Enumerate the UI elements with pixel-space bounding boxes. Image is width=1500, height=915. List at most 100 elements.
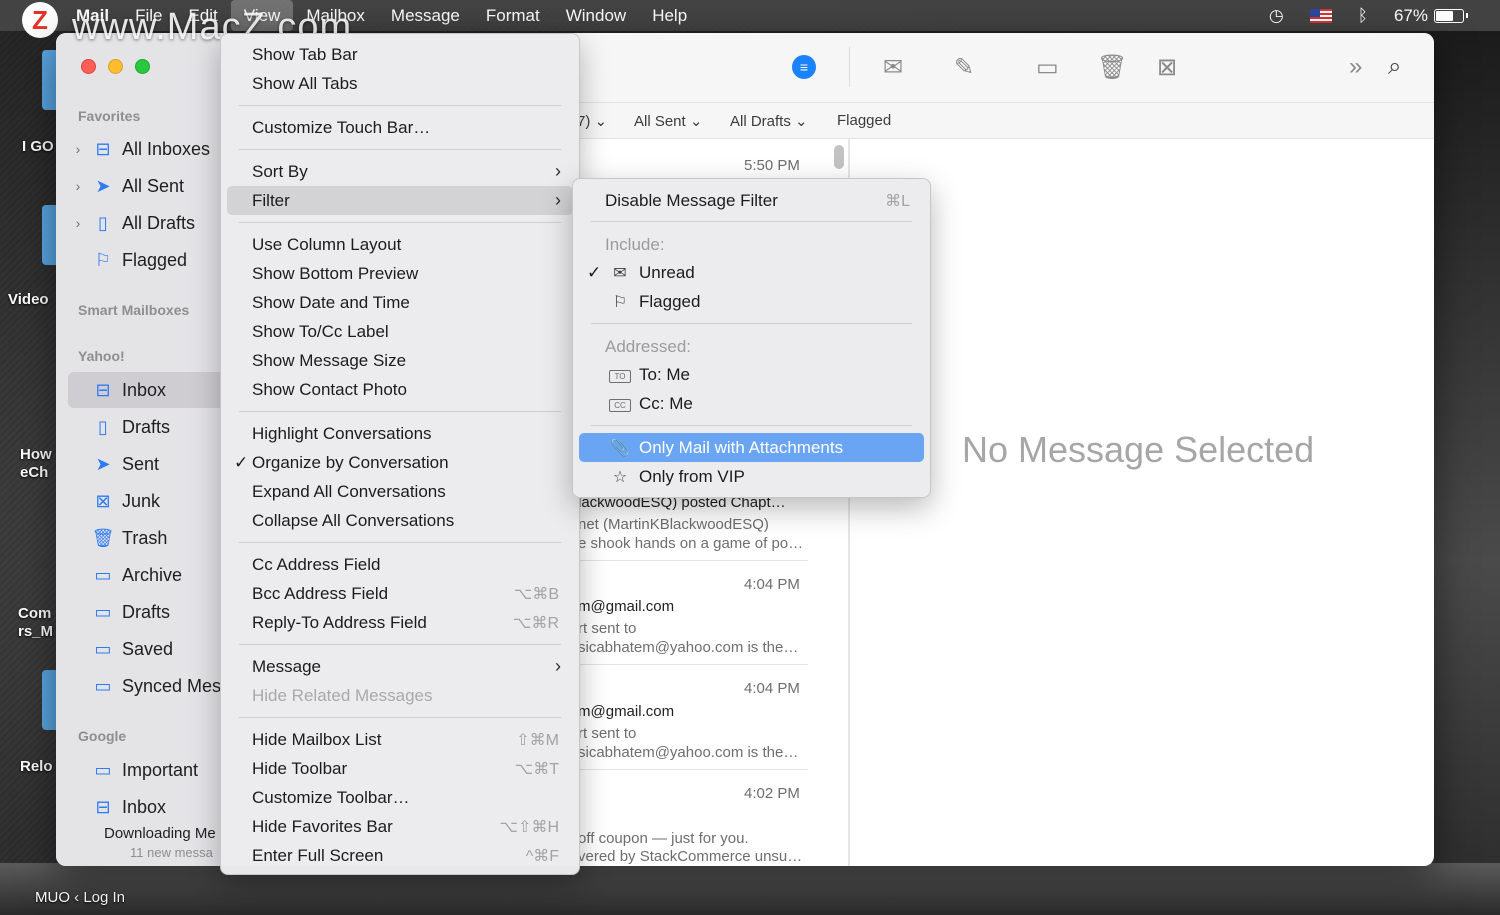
view-menu-item-show-bottom-preview[interactable]: Show Bottom Preview xyxy=(227,259,573,288)
view-menu-item-use-column-layout[interactable]: Use Column Layout xyxy=(227,230,573,259)
message-subject[interactable]: off coupon — just for you. xyxy=(578,830,749,847)
sidebar-item-inbox[interactable]: ⊟ Inbox xyxy=(68,789,228,825)
sidebar-item-sent[interactable]: ➤ Sent xyxy=(68,446,228,482)
view-menu-item-customize-toolbar[interactable]: Customize Toolbar… xyxy=(227,783,573,812)
message-subject[interactable]: rt sent to xyxy=(578,725,636,742)
filter-cc-me-item[interactable]: CC Cc: Me xyxy=(579,389,924,418)
message-sender[interactable]: m@gmail.com xyxy=(578,703,674,720)
view-menu-item-show-contact-photo[interactable]: Show Contact Photo xyxy=(227,375,573,404)
view-menu-item-expand-all-conversations[interactable]: Expand All Conversations xyxy=(227,477,573,506)
sidebar-item-archive[interactable]: ▭ Archive xyxy=(68,557,228,593)
view-menu-item-show-message-size[interactable]: Show Message Size xyxy=(227,346,573,375)
desktop-folder-icon[interactable] xyxy=(42,50,56,110)
message-sender[interactable]: m@gmail.com xyxy=(578,598,674,615)
sidebar-item-junk[interactable]: ⊠ Junk xyxy=(68,483,228,519)
desktop-icon-label[interactable]: Video xyxy=(8,291,49,308)
sidebar-item-trash[interactable]: 🗑 Trash xyxy=(68,520,228,556)
view-menu-item-show-tab-bar[interactable]: Show Tab Bar xyxy=(227,40,573,69)
filter-to-me-item[interactable]: TO To: Me xyxy=(579,360,924,389)
compose-icon[interactable]: ✎ xyxy=(954,53,974,82)
message-preview[interactable]: e shook hands on a game of po… xyxy=(578,535,803,552)
message-sender[interactable]: net (MartinKBlackwoodESQ) xyxy=(578,516,769,533)
bluetooth-icon[interactable]: ᛒ xyxy=(1358,6,1368,26)
desktop-icon-label[interactable]: How eCh xyxy=(20,446,60,482)
menu-bar-mailbox[interactable]: Mailbox xyxy=(293,0,378,31)
menu-bar-format[interactable]: Format xyxy=(473,0,553,31)
filter-unread-item[interactable]: ✓ ✉ Unread xyxy=(579,258,924,287)
disable-message-filter-item[interactable]: Disable Message Filter ⌘L xyxy=(579,186,924,215)
sidebar-item-synced-mes[interactable]: ▭ Synced Mes xyxy=(68,668,228,704)
more-tools-icon[interactable]: » xyxy=(1349,53,1362,81)
view-menu-item-show-all-tabs[interactable]: Show All Tabs xyxy=(227,69,573,98)
view-menu-item-cc-address-field[interactable]: Cc Address Field xyxy=(227,550,573,579)
view-menu-item-reply-to-address-field[interactable]: Reply-To Address Field ⌥⌘R xyxy=(227,608,573,637)
view-menu-item-hide-favorites-bar[interactable]: Hide Favorites Bar ⌥⇧⌘H xyxy=(227,812,573,841)
message-subject[interactable]: rt sent to xyxy=(578,620,636,637)
view-menu-item-enter-full-screen[interactable]: Enter Full Screen ^⌘F xyxy=(227,841,573,870)
desktop-icon-label[interactable]: Com rs_M xyxy=(18,605,58,641)
menu-bar-view[interactable]: View xyxy=(230,0,294,31)
sidebar-item-all-drafts[interactable]: › ▯ All Drafts xyxy=(68,205,228,241)
desktop-folder-icon[interactable] xyxy=(42,205,56,265)
sidebar-item-flagged[interactable]: ⚐ Flagged xyxy=(68,242,228,278)
sidebar-item-inbox[interactable]: ⊟ Inbox xyxy=(68,372,228,408)
close-window-button[interactable] xyxy=(81,59,96,74)
trash-icon[interactable]: 🗑 xyxy=(1097,53,1127,82)
menu-bar-file[interactable]: File xyxy=(122,0,175,31)
message-list-scrollbar[interactable] xyxy=(834,145,844,169)
disclosure-chevron-icon[interactable]: › xyxy=(68,141,88,157)
menu-bar-mail[interactable]: Mail xyxy=(58,0,122,31)
disclosure-chevron-icon[interactable]: › xyxy=(68,178,88,194)
archive-icon[interactable]: ▭ xyxy=(1036,53,1059,82)
view-menu-item-show-to-cc-label[interactable]: Show To/Cc Label xyxy=(227,317,573,346)
get-mail-icon[interactable]: ✉ xyxy=(883,53,903,82)
battery-status[interactable]: 67% xyxy=(1394,6,1468,26)
sidebar-section-favorites[interactable]: Favorites xyxy=(78,108,140,124)
filter-vip-item[interactable]: ☆ Only from VIP xyxy=(579,462,924,491)
disclosure-chevron-icon[interactable]: › xyxy=(68,215,88,231)
input-source-flag-icon[interactable] xyxy=(1309,8,1332,23)
sidebar-item-important[interactable]: ▭ Important xyxy=(68,752,228,788)
message-preview[interactable]: sicabhatem@yahoo.com is the… xyxy=(578,744,798,761)
desktop-icon-label[interactable]: MUO ‹ Log In xyxy=(35,889,125,906)
view-menu-item-filter[interactable]: Filter › xyxy=(227,186,573,215)
desktop-folder-icon[interactable] xyxy=(42,670,56,730)
apple-menu-icon[interactable]: Z xyxy=(22,1,58,38)
menu-bar-message[interactable]: Message xyxy=(378,0,473,31)
favorites-bar-item-all-sent[interactable]: All Sent ⌄ xyxy=(634,112,702,130)
desktop-icon-label[interactable]: I GO xyxy=(22,138,54,155)
sidebar-section-google[interactable]: Google xyxy=(78,728,126,744)
view-menu-item-hide-toolbar[interactable]: Hide Toolbar ⌥⌘T xyxy=(227,754,573,783)
message-preview[interactable]: vered by StackCommerce unsu… xyxy=(578,848,802,865)
view-menu-item-message[interactable]: Message › xyxy=(227,652,573,681)
menu-bar-edit[interactable]: Edit xyxy=(175,0,230,31)
menu-bar-help[interactable]: Help xyxy=(639,0,700,31)
sidebar-item-all-sent[interactable]: › ➤ All Sent xyxy=(68,168,228,204)
favorites-bar-item-flagged[interactable]: Flagged xyxy=(837,112,891,129)
favorites-bar-item-all-drafts[interactable]: All Drafts ⌄ xyxy=(730,112,808,130)
sidebar-item-saved[interactable]: ▭ Saved xyxy=(68,631,228,667)
message-preview[interactable]: sicabhatem@yahoo.com is the… xyxy=(578,639,798,656)
view-menu-item-bcc-address-field[interactable]: Bcc Address Field ⌥⌘B xyxy=(227,579,573,608)
sidebar-item-drafts[interactable]: ▯ Drafts xyxy=(68,409,228,445)
search-icon[interactable]: ⌕ xyxy=(1388,53,1401,81)
zoom-window-button[interactable] xyxy=(135,59,150,74)
view-menu-item-hide-mailbox-list[interactable]: Hide Mailbox List ⇧⌘M xyxy=(227,725,573,754)
sidebar-item-all-inboxes[interactable]: › ⊟ All Inboxes xyxy=(68,131,228,167)
filter-button[interactable]: ≡ xyxy=(792,55,816,79)
sidebar-section-smart-mailboxes[interactable]: Smart Mailboxes xyxy=(78,302,189,318)
filter-attachments-item[interactable]: 📎 Only Mail with Attachments xyxy=(579,433,924,462)
view-menu-item-show-date-and-time[interactable]: Show Date and Time xyxy=(227,288,573,317)
time-machine-icon[interactable]: ◷ xyxy=(1269,6,1284,26)
sidebar-item-drafts[interactable]: ▭ Drafts xyxy=(68,594,228,630)
view-menu-item-highlight-conversations[interactable]: Highlight Conversations xyxy=(227,419,573,448)
desktop-icon-label[interactable]: Relo xyxy=(20,758,53,775)
favorites-bar-item[interactable]: 7) ⌄ xyxy=(577,112,607,130)
minimize-window-button[interactable] xyxy=(108,59,123,74)
filter-flagged-item[interactable]: ⚐ Flagged xyxy=(579,287,924,316)
view-menu-item-organize-by-conversation[interactable]: ✓ Organize by Conversation xyxy=(227,448,573,477)
menu-bar-window[interactable]: Window xyxy=(553,0,639,31)
view-menu-item-customize-touch-bar[interactable]: Customize Touch Bar… xyxy=(227,113,573,142)
view-menu-item-sort-by[interactable]: Sort By › xyxy=(227,157,573,186)
view-menu-item-collapse-all-conversations[interactable]: Collapse All Conversations xyxy=(227,506,573,535)
